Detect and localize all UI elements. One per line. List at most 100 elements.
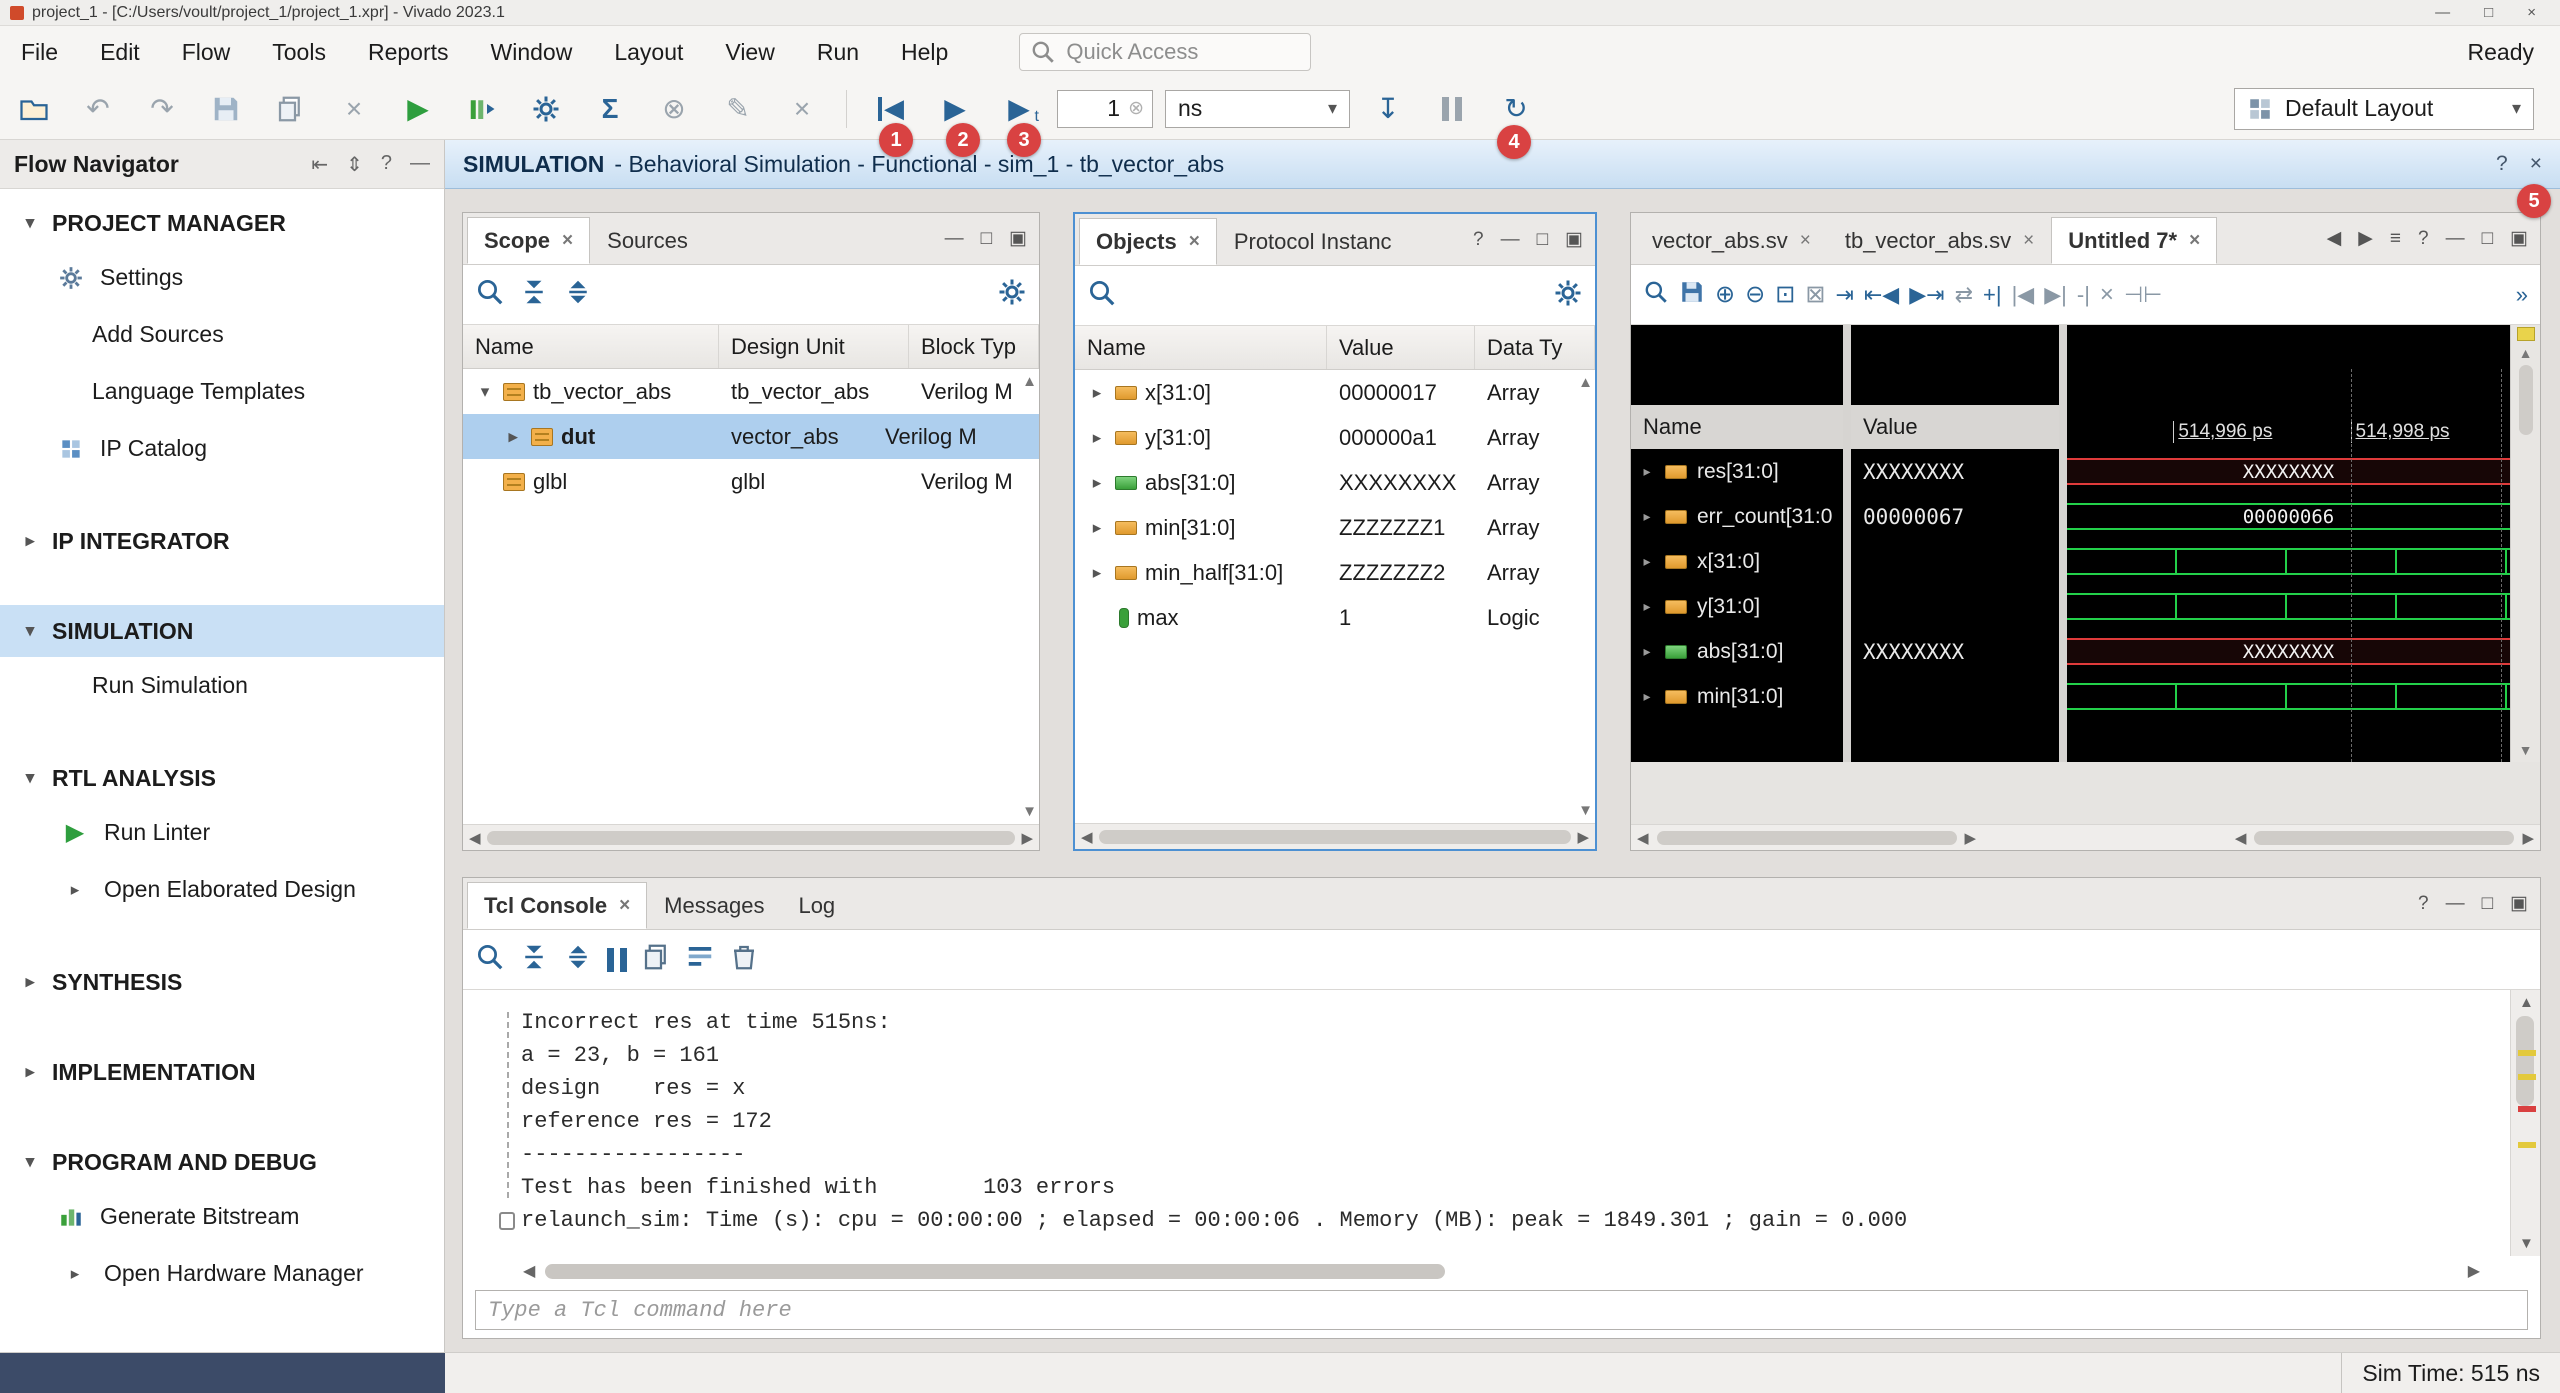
next-transition-icon[interactable]: ▶⇥ (1909, 282, 1944, 308)
search-icon[interactable] (1643, 279, 1669, 310)
minimize-window-icon[interactable]: — (2435, 4, 2450, 21)
scope-row-tb-vector-abs[interactable]: ▾ tb_vector_abs tb_vector_abs Verilog M (463, 369, 1039, 414)
menu-tools[interactable]: Tools (251, 26, 347, 78)
settings-gear-icon[interactable] (520, 86, 572, 132)
search-icon[interactable] (1087, 278, 1117, 313)
run-flow-icon[interactable] (456, 86, 508, 132)
open-project-icon[interactable] (8, 86, 60, 132)
time-cursor[interactable] (2351, 369, 2352, 762)
wave-signal-x[interactable]: ▸x[31:0] (1631, 539, 1843, 584)
sidebar-item-open-hardware-manager[interactable]: ▸ Open Hardware Manager (0, 1245, 444, 1302)
chevron-right-icon[interactable]: ▸ (1087, 428, 1107, 448)
zoom-fit-icon[interactable]: ⊡ (1775, 280, 1795, 309)
tcl-console-output[interactable]: Incorrect res at time 515ns: a = 23, b =… (463, 990, 2540, 1256)
zoom-in-icon[interactable]: ⊕ (1715, 280, 1735, 309)
report-sum-icon[interactable]: Σ (584, 86, 636, 132)
objects-row-max[interactable]: max 1 Logic (1075, 595, 1595, 640)
scroll-down-icon[interactable]: ▼ (2519, 742, 2533, 762)
float-panel-icon[interactable]: ▣ (1009, 227, 1027, 250)
pause-sim-icon[interactable] (1426, 86, 1478, 132)
sidebar-section-simulation[interactable]: ▾ SIMULATION (0, 605, 444, 657)
wave-signal-err-count[interactable]: ▸err_count[31:0 (1631, 494, 1843, 539)
chevron-right-icon[interactable]: ▸ (1087, 518, 1107, 538)
chevron-right-icon[interactable]: ▸ (1087, 563, 1107, 583)
redo-icon[interactable]: ↷ (136, 86, 188, 132)
close-icon[interactable]: × (2530, 152, 2542, 176)
close-icon[interactable]: × (1189, 231, 1200, 253)
chevron-right-icon[interactable]: ▸ (1087, 383, 1107, 403)
tab-tcl-console[interactable]: Tcl Console × (467, 882, 647, 929)
minimize-panel-icon[interactable]: — (945, 228, 964, 250)
objects-row-min-half[interactable]: ▸min_half[31:0] ZZZZZZZ2 Array (1075, 550, 1595, 595)
column-header-data-type[interactable]: Data Ty (1475, 326, 1595, 369)
menu-file[interactable]: File (0, 26, 79, 78)
menu-layout[interactable]: Layout (593, 26, 704, 78)
layout-selector[interactable]: Default Layout ▾ (2234, 88, 2534, 130)
tcl-hscrollbar[interactable]: ◀ ▶ (463, 1256, 2540, 1286)
scroll-down-icon[interactable]: ▼ (2519, 1235, 2534, 1252)
scroll-right-icon[interactable]: ▶ (2522, 829, 2534, 847)
sidebar-item-ip-catalog[interactable]: IP Catalog (0, 420, 444, 477)
scroll-up-icon[interactable]: ▲ (1022, 373, 1037, 390)
wave-hscrollbar[interactable]: ◀ ▶ ◀ ▶ (1631, 824, 2540, 850)
scroll-up-icon[interactable]: ▲ (2519, 345, 2533, 361)
close-icon[interactable]: × (2023, 230, 2034, 252)
tab-messages[interactable]: Messages (647, 882, 781, 929)
close-icon[interactable]: × (2189, 230, 2200, 252)
sidebar-item-generate-bitstream[interactable]: Generate Bitstream (0, 1188, 444, 1245)
scrollbar-thumb[interactable] (2519, 365, 2533, 435)
expand-all-icon[interactable] (563, 277, 593, 312)
objects-row-x[interactable]: ▸x[31:0] 00000017 Array (1075, 370, 1595, 415)
panel-settings-gear-icon[interactable] (997, 277, 1027, 312)
stop-icon[interactable]: × (776, 86, 828, 132)
tab-list-icon[interactable]: ≡ (2390, 228, 2401, 250)
menu-flow[interactable]: Flow (161, 26, 252, 78)
scrollbar-thumb[interactable] (2516, 1016, 2534, 1106)
wave-drawing-area[interactable]: 514,996 ps 514,998 ps XXXXXXXX 00000066 … (2067, 325, 2510, 762)
minimize-panel-icon[interactable]: — (2446, 228, 2465, 250)
column-splitter[interactable] (1843, 325, 1851, 762)
expand-all-icon[interactable] (563, 942, 593, 977)
warning-marker[interactable] (2518, 1074, 2536, 1080)
column-header-name[interactable]: Name (463, 325, 719, 368)
run-icon[interactable]: ▶ (392, 86, 444, 132)
clear-console-trash-icon[interactable] (729, 942, 759, 977)
sidebar-item-settings[interactable]: Settings (0, 249, 444, 306)
search-icon[interactable] (475, 277, 505, 312)
float-panel-icon[interactable]: ▣ (2510, 892, 2528, 915)
fit-width-icon[interactable]: ⊣⊢ (2124, 282, 2162, 308)
goto-time-icon[interactable]: ⇥ (1835, 282, 1853, 308)
quick-access-search[interactable]: Quick Access (1019, 33, 1311, 71)
dock-icon[interactable]: ⇤ (311, 152, 328, 177)
sidebar-item-language-templates[interactable]: Language Templates (0, 363, 444, 420)
column-header-value[interactable]: Value (1327, 326, 1475, 369)
scrollbar-thumb[interactable] (1099, 830, 1572, 844)
delete-icon[interactable]: × (328, 86, 380, 132)
menu-reports[interactable]: Reports (347, 26, 470, 78)
objects-row-min[interactable]: ▸min[31:0] ZZZZZZZ1 Array (1075, 505, 1595, 550)
warning-marker[interactable] (2518, 1142, 2536, 1148)
tab-scroll-right-icon[interactable]: ▶ (2358, 227, 2373, 250)
copy-icon[interactable] (264, 86, 316, 132)
prev-transition-icon[interactable]: ⇤◀ (1864, 282, 1899, 308)
scroll-left-icon[interactable]: ◀ (523, 1261, 535, 1281)
column-header-design-unit[interactable]: Design Unit (719, 325, 909, 368)
panel-settings-gear-icon[interactable] (1553, 278, 1583, 313)
warning-marker[interactable] (2518, 1050, 2536, 1056)
swap-icon[interactable]: ⇄ (1955, 282, 1973, 308)
tab-tb-vector-abs-sv[interactable]: tb_vector_abs.sv × (1828, 217, 2051, 264)
chevron-right-icon[interactable]: ▸ (1087, 473, 1107, 493)
objects-hscrollbar[interactable]: ◀ ▶ (1075, 823, 1595, 849)
remove-cursor-icon[interactable]: ⊠ (1805, 280, 1825, 309)
search-icon[interactable] (475, 942, 505, 977)
collapse-all-icon[interactable] (519, 942, 549, 977)
tab-untitled-7[interactable]: Untitled 7* × (2051, 217, 2217, 264)
cancel-icon[interactable]: ⊗ (648, 86, 700, 132)
wave-signal-abs[interactable]: ▸abs[31:0] (1631, 629, 1843, 674)
sidebar-item-open-elaborated-design[interactable]: ▸ Open Elaborated Design (0, 861, 444, 918)
sidebar-item-add-sources[interactable]: Add Sources (0, 306, 444, 363)
column-header-block-type[interactable]: Block Typ (909, 325, 1039, 368)
wave-value-header[interactable]: Value (1851, 405, 2059, 449)
zoom-out-icon[interactable]: ⊖ (1745, 280, 1765, 309)
close-icon[interactable]: × (1800, 230, 1811, 252)
